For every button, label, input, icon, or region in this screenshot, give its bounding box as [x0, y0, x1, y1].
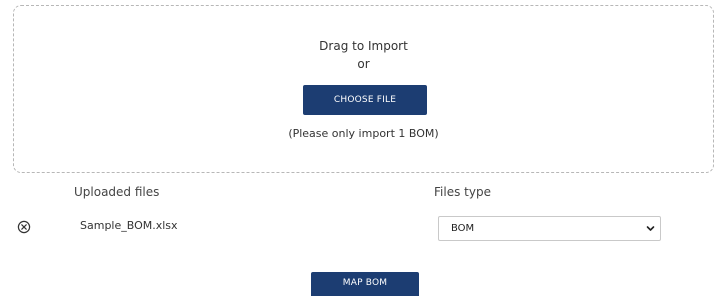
- choose-file-button[interactable]: CHOOSE FILE: [303, 85, 427, 115]
- file-dropzone[interactable]: Drag to Import or CHOOSE FILE (Please on…: [13, 5, 714, 173]
- import-hint-text: (Please only import 1 BOM): [288, 127, 439, 140]
- chevron-down-icon: [646, 226, 655, 231]
- file-type-selected-value: BOM: [451, 223, 475, 234]
- import-page: Drag to Import or CHOOSE FILE (Please on…: [0, 0, 719, 296]
- uploaded-files-header: Uploaded files: [74, 185, 160, 199]
- map-bom-button[interactable]: MAP BOM: [311, 272, 419, 296]
- or-text: or: [357, 57, 370, 71]
- file-type-select[interactable]: BOM: [438, 216, 661, 241]
- remove-file-icon[interactable]: [17, 220, 31, 234]
- drag-to-import-text: Drag to Import: [319, 39, 408, 53]
- uploaded-filename: Sample_BOM.xlsx: [80, 219, 178, 232]
- files-type-header: Files type: [434, 185, 491, 199]
